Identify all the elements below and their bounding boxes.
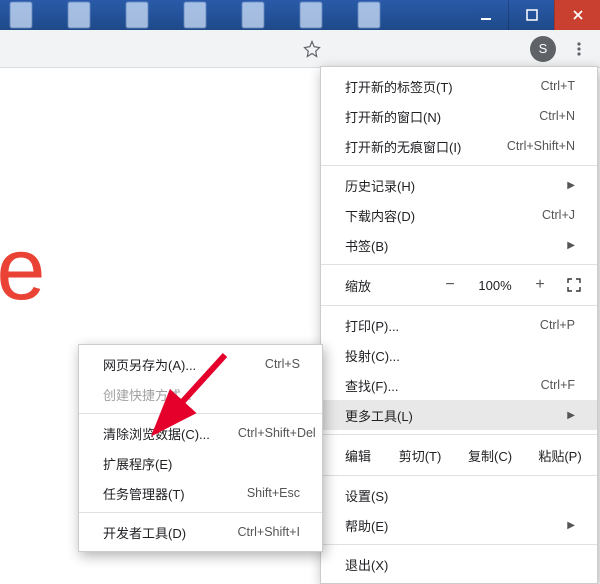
chevron-right-icon: ▶ bbox=[567, 520, 575, 531]
menu-label: 打印(P)... bbox=[345, 316, 512, 335]
zoom-value: 100% bbox=[473, 278, 517, 293]
profile-avatar[interactable]: S bbox=[530, 36, 556, 62]
taskbar-icon bbox=[358, 2, 380, 28]
menu-shortcut: Ctrl+J bbox=[542, 208, 575, 222]
submenu-task-manager[interactable]: 任务管理器(T)Shift+Esc bbox=[79, 478, 322, 508]
menu-bookmarks[interactable]: 书签(B) ▶ bbox=[321, 230, 597, 260]
menu-separator bbox=[321, 434, 597, 435]
star-icon bbox=[303, 40, 321, 58]
chevron-right-icon: ▶ bbox=[567, 180, 575, 191]
chrome-main-menu: 打开新的标签页(T) Ctrl+T 打开新的窗口(N) Ctrl+N 打开新的无痕窗… bbox=[320, 66, 598, 584]
menu-separator bbox=[79, 512, 322, 513]
menu-incognito[interactable]: 打开新的无痕窗口(I) Ctrl+Shift+N bbox=[321, 131, 597, 161]
page-content: gle bbox=[0, 68, 90, 500]
menu-label: 创建快捷方式... bbox=[103, 385, 300, 404]
menu-settings[interactable]: 设置(S) bbox=[321, 480, 597, 510]
menu-label: 扩展程序(E) bbox=[103, 454, 300, 473]
taskbar-icon bbox=[10, 2, 32, 28]
taskbar-icon bbox=[184, 2, 206, 28]
google-logo: gle bbox=[0, 218, 39, 320]
kebab-icon bbox=[571, 41, 587, 57]
submenu-clear-data[interactable]: 清除浏览数据(C)... Ctrl+Shift+Del bbox=[79, 418, 322, 448]
menu-separator bbox=[321, 475, 597, 476]
menu-label: 投射(C)... bbox=[345, 346, 575, 365]
menu-downloads[interactable]: 下载内容(D) Ctrl+J bbox=[321, 200, 597, 230]
menu-shortcut: Ctrl+N bbox=[539, 109, 575, 123]
menu-label: 更多工具(L) bbox=[345, 406, 547, 425]
menu-label: 打开新的窗口(N) bbox=[345, 107, 511, 126]
copy-button[interactable]: 复制(C) bbox=[465, 446, 515, 465]
menu-shortcut: Ctrl+T bbox=[541, 79, 575, 93]
minimize-icon bbox=[480, 9, 492, 21]
menu-label: 打开新的标签页(T) bbox=[345, 77, 513, 96]
menu-separator bbox=[321, 264, 597, 265]
maximize-button[interactable] bbox=[508, 0, 554, 30]
menu-cast[interactable]: 投射(C)... bbox=[321, 340, 597, 370]
taskbar-icon bbox=[126, 2, 148, 28]
cut-button[interactable]: 剪切(T) bbox=[395, 446, 445, 465]
browser-toolbar: S bbox=[0, 30, 600, 68]
menu-edit-row: 编辑 剪切(T) 复制(C) 粘贴(P) bbox=[321, 439, 597, 471]
menu-find[interactable]: 查找(F)... Ctrl+F bbox=[321, 370, 597, 400]
menu-label: 设置(S) bbox=[345, 486, 575, 505]
menu-separator bbox=[321, 305, 597, 306]
menu-print[interactable]: 打印(P)... Ctrl+P bbox=[321, 310, 597, 340]
menu-label: 查找(F)... bbox=[345, 376, 513, 395]
menu-more-tools[interactable]: 更多工具(L) ▶ bbox=[321, 400, 597, 430]
menu-label: 清除浏览数据(C)... bbox=[103, 424, 210, 443]
paste-button[interactable]: 粘贴(P) bbox=[535, 446, 585, 465]
chevron-right-icon: ▶ bbox=[567, 240, 575, 251]
menu-label: 网页另存为(A)... bbox=[103, 355, 237, 374]
menu-button[interactable] bbox=[566, 36, 592, 62]
menu-shortcut: Ctrl+Shift+Del bbox=[238, 426, 316, 440]
taskbar-icon bbox=[68, 2, 90, 28]
menu-shortcut: Ctrl+Shift+I bbox=[237, 525, 300, 539]
menu-label: 退出(X) bbox=[345, 555, 575, 574]
submenu-extensions[interactable]: 扩展程序(E) bbox=[79, 448, 322, 478]
menu-shortcut: Ctrl+F bbox=[541, 378, 575, 392]
menu-shortcut: Ctrl+Shift+N bbox=[507, 139, 575, 153]
menu-zoom-row: 缩放 − 100% + bbox=[321, 269, 597, 301]
menu-label: 开发者工具(D) bbox=[103, 523, 209, 542]
zoom-label: 缩放 bbox=[345, 276, 439, 295]
menu-separator bbox=[321, 165, 597, 166]
menu-label: 打开新的无痕窗口(I) bbox=[345, 137, 479, 156]
logo-letter: e bbox=[0, 219, 39, 318]
submenu-dev-tools[interactable]: 开发者工具(D) Ctrl+Shift+I bbox=[79, 517, 322, 547]
menu-separator bbox=[79, 413, 322, 414]
menu-separator bbox=[321, 544, 597, 545]
chevron-right-icon: ▶ bbox=[567, 410, 575, 421]
submenu-create-shortcut: 创建快捷方式... bbox=[79, 379, 322, 409]
menu-new-tab[interactable]: 打开新的标签页(T) Ctrl+T bbox=[321, 71, 597, 101]
submenu-save-as[interactable]: 网页另存为(A)... Ctrl+S bbox=[79, 349, 322, 379]
menu-label: 帮助(E) bbox=[345, 516, 547, 535]
more-tools-submenu: 网页另存为(A)... Ctrl+S 创建快捷方式... 清除浏览数据(C)...… bbox=[78, 344, 323, 552]
fullscreen-icon bbox=[567, 278, 581, 292]
menu-help[interactable]: 帮助(E) ▶ bbox=[321, 510, 597, 540]
fullscreen-button[interactable] bbox=[563, 274, 585, 296]
edit-label: 编辑 bbox=[345, 446, 371, 465]
maximize-icon bbox=[526, 9, 538, 21]
menu-shortcut: Ctrl+S bbox=[265, 357, 300, 371]
menu-history[interactable]: 历史记录(H) ▶ bbox=[321, 170, 597, 200]
menu-label: 历史记录(H) bbox=[345, 176, 547, 195]
menu-label: 下载内容(D) bbox=[345, 206, 514, 225]
close-icon bbox=[572, 9, 584, 21]
menu-exit[interactable]: 退出(X) bbox=[321, 549, 597, 579]
zoom-in-button[interactable]: + bbox=[529, 274, 551, 296]
zoom-out-button[interactable]: − bbox=[439, 274, 461, 296]
menu-shortcut: Shift+Esc bbox=[247, 486, 300, 500]
taskbar-icon bbox=[300, 2, 322, 28]
bookmark-star-button[interactable] bbox=[298, 35, 326, 63]
close-button[interactable] bbox=[554, 0, 600, 30]
menu-label: 书签(B) bbox=[345, 236, 547, 255]
menu-new-window[interactable]: 打开新的窗口(N) Ctrl+N bbox=[321, 101, 597, 131]
menu-shortcut: Ctrl+P bbox=[540, 318, 575, 332]
taskbar-icon bbox=[242, 2, 264, 28]
desktop-taskbar-bg bbox=[0, 0, 470, 30]
